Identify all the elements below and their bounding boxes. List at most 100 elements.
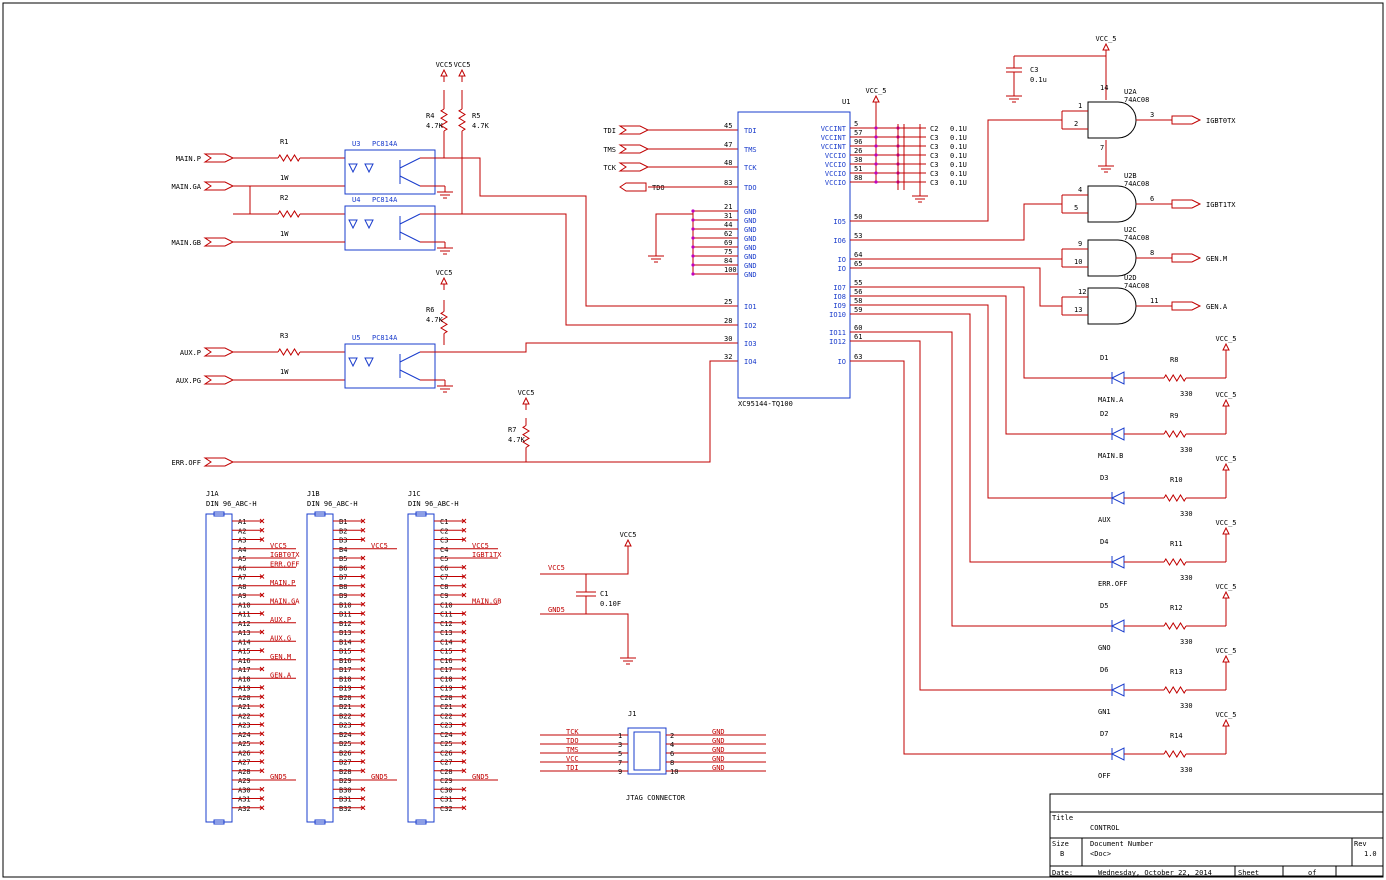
- connector-net: VCC5: [270, 542, 287, 550]
- pin-number: 5: [618, 750, 622, 758]
- and-gate: [1087, 101, 1137, 139]
- pin-number: 48: [724, 159, 732, 167]
- pin-name: TDO: [744, 184, 757, 192]
- connector-pin: A7: [238, 574, 246, 582]
- resistor-ref: R2: [280, 194, 288, 202]
- connector-pin: B10: [339, 601, 352, 609]
- vcc-label: VCC5: [518, 389, 535, 397]
- pin-name: IO5: [833, 218, 846, 226]
- connector-net: GND5: [472, 773, 489, 781]
- port-symbol: [1171, 115, 1202, 125]
- opto-part: PC814A: [372, 196, 398, 204]
- connector-pin: A3: [238, 537, 246, 545]
- port-symbol: [1171, 253, 1202, 263]
- pin-number: 6: [1150, 195, 1154, 203]
- wire: [850, 203, 1062, 241]
- led-ref: D3: [1100, 474, 1108, 482]
- vcc-symbol: [440, 68, 448, 77]
- connector-pin: C23: [440, 722, 453, 730]
- led-name: AUX: [1098, 516, 1111, 524]
- connector-pin: B7: [339, 574, 347, 582]
- resistor-ref: R11: [1170, 540, 1183, 548]
- resistor-ref: R14: [1170, 732, 1183, 740]
- connector-pin: B16: [339, 657, 352, 665]
- led-diode: [364, 357, 374, 368]
- port-symbol: [203, 153, 235, 163]
- jtag-net: GND: [712, 746, 725, 754]
- pin-name: TCK: [744, 164, 757, 172]
- pin-name: IO: [838, 265, 846, 273]
- vcc-label: VCC_5: [1215, 335, 1236, 343]
- pin-number: 57: [854, 129, 862, 137]
- connector-pin: B5: [339, 555, 347, 563]
- connector-pin: C22: [440, 712, 453, 720]
- resistor: [1163, 374, 1187, 382]
- led-diode: [364, 219, 374, 230]
- pin-name: IO7: [833, 284, 846, 292]
- cap-value: 0.1U: [950, 134, 967, 142]
- pin-number: 38: [854, 156, 862, 164]
- junction: [874, 171, 878, 175]
- pin-number: 13: [1074, 306, 1082, 314]
- gate-ref: U2C: [1124, 226, 1137, 234]
- connector-pin: B32: [339, 805, 352, 813]
- port-symbol: [203, 457, 235, 467]
- vcc-symbol: [1222, 526, 1230, 535]
- connector-pin: A26: [238, 749, 251, 757]
- gate-ref: U2B: [1124, 172, 1137, 180]
- port-symbol: [203, 347, 235, 357]
- pin-number: 7: [618, 759, 622, 767]
- wire: [444, 342, 738, 353]
- docnum-label: Document Number: [1090, 840, 1153, 848]
- date-value: Wednesday, October 22, 2014: [1098, 869, 1212, 877]
- connector-pin: B31: [339, 796, 352, 804]
- led-ref: D2: [1100, 410, 1108, 418]
- vcc-symbol: [624, 538, 632, 547]
- connector-pin: B23: [339, 722, 352, 730]
- connector-pin: C21: [440, 703, 453, 711]
- port-symbol: [1171, 301, 1202, 311]
- gate-part: 74AC08: [1124, 180, 1149, 188]
- pin-name: IO6: [833, 237, 846, 245]
- connector-pin: B26: [339, 749, 352, 757]
- led-ref: D1: [1100, 354, 1108, 362]
- resistor: [277, 348, 301, 356]
- pin-number: 5: [1074, 204, 1078, 212]
- port-label: IGBT0TX: [1206, 117, 1236, 125]
- vcc-symbol: [1222, 398, 1230, 407]
- resistor-ref: R1: [280, 138, 288, 146]
- connector-pin: A1: [238, 518, 246, 526]
- pin-number: 45: [724, 122, 732, 130]
- label: 4.7K: [472, 122, 490, 130]
- connector-pin: B8: [339, 583, 347, 591]
- connector-pin: C1: [440, 518, 448, 526]
- resistor-value: 1W: [280, 230, 289, 238]
- vcc-label: VCC_5: [1215, 391, 1236, 399]
- net-label: GND5: [548, 606, 565, 614]
- connector-body: [306, 513, 334, 823]
- vcc-label: VCC_5: [865, 87, 886, 95]
- pin-name: VCCINT: [821, 125, 847, 133]
- label: DIN 96_ABC-H: [307, 500, 358, 508]
- size-label: Size: [1052, 840, 1069, 848]
- pin-number: 8: [1150, 249, 1154, 257]
- led-name: GNO: [1098, 644, 1111, 652]
- wire: [850, 304, 1112, 499]
- resistor-value: 330: [1180, 446, 1193, 454]
- pin-name: IO1: [744, 303, 757, 311]
- pin-number: 31: [724, 212, 732, 220]
- junction: [691, 254, 695, 258]
- resistor: [1163, 686, 1187, 694]
- led-ref: D4: [1100, 538, 1108, 546]
- connector-pin: A12: [238, 620, 251, 628]
- vcc-label: VCC5: [436, 269, 453, 277]
- size-value: B: [1060, 850, 1064, 858]
- pin-name: IO3: [744, 340, 757, 348]
- resistor: [1163, 494, 1187, 502]
- pin-number: 1: [618, 732, 622, 740]
- pin-number: 69: [724, 239, 732, 247]
- cap-ref: C3: [930, 134, 938, 142]
- port-symbol: [203, 237, 235, 247]
- connector-net: MAIN.GB: [472, 597, 502, 605]
- connector-pin: B1: [339, 518, 347, 526]
